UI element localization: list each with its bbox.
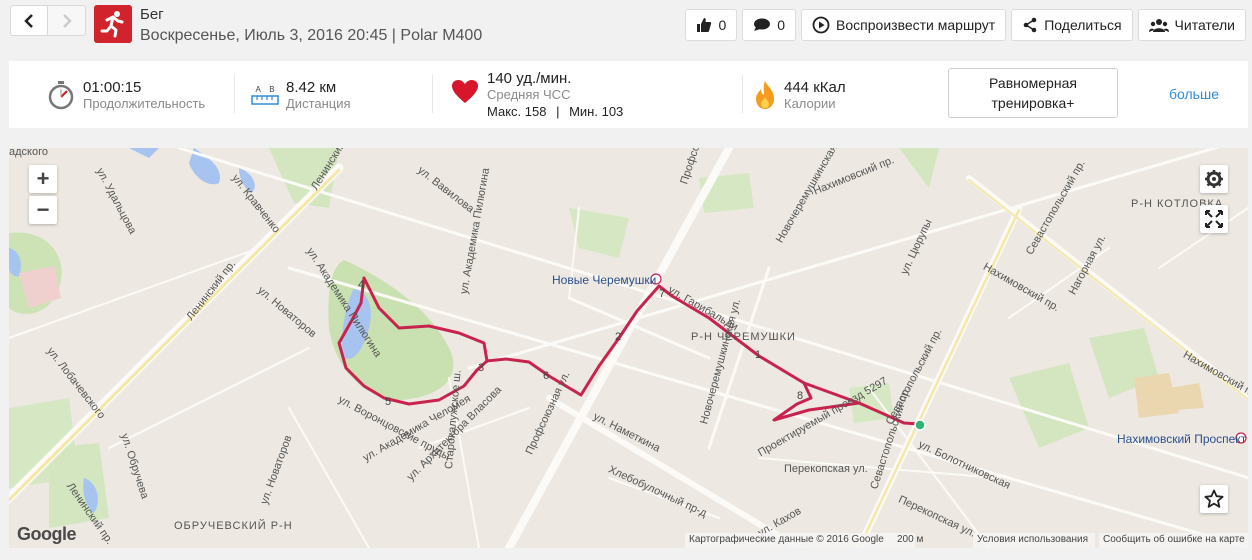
action-toolbar: 0 0 Воспроизвести маршрут Поделиться Чит…: [685, 9, 1246, 41]
metro-station-label: Новые Черемушки: [552, 273, 657, 287]
like-button[interactable]: 0: [685, 9, 738, 41]
map-label: Р-Н ЧЕРЕМУШКИ: [691, 331, 796, 343]
flame-icon: [756, 80, 774, 109]
ruler-icon: A B: [250, 85, 280, 105]
training-benefit-button[interactable]: Равномерная тренировка+: [948, 68, 1118, 118]
metro-station-label: Нахимовский Проспект: [1117, 432, 1247, 446]
share-icon: [1023, 17, 1037, 33]
map-settings-button[interactable]: [1200, 165, 1228, 193]
km-marker: 3: [478, 362, 486, 374]
heart-rate-min: Мин. 103: [569, 104, 624, 119]
distance-value: 8.42 км: [286, 78, 337, 96]
next-activity-button[interactable]: [48, 5, 86, 36]
readers-label: Читатели: [1174, 17, 1235, 33]
more-link[interactable]: больше: [1169, 86, 1219, 102]
duration-value: 01:00:15: [83, 78, 142, 96]
readers-button[interactable]: Читатели: [1137, 9, 1246, 41]
stats-panel: 01:00:15 Продолжительность A B 8.42 км Д…: [9, 61, 1248, 128]
divider: [742, 75, 743, 113]
comment-count: 0: [777, 17, 786, 33]
map-label: Перекопская ул.: [784, 463, 868, 475]
people-icon: [1148, 19, 1169, 32]
activity-subtitle: Воскресенье, Июль 3, 2016 20:45 | Polar …: [140, 27, 483, 44]
heart-rate-label: Средняя ЧСС: [487, 87, 571, 102]
fullscreen-button[interactable]: [1200, 205, 1228, 233]
chevron-right-icon: [62, 13, 72, 28]
training-benefit-line1: Равномерная: [989, 75, 1077, 91]
stopwatch-icon: [48, 80, 74, 109]
activity-nav: [10, 5, 86, 36]
heart-rate-max: Макс. 158: [487, 104, 547, 119]
km-marker: 8: [797, 390, 805, 402]
map-scale-label: 200 м: [897, 534, 924, 545]
km-marker: 2: [615, 331, 623, 343]
replay-route-button[interactable]: Воспроизвести маршрут: [801, 9, 1007, 41]
star-icon: [1204, 489, 1224, 508]
km-marker: 1: [755, 349, 763, 361]
zoom-out-button[interactable]: −: [29, 196, 57, 224]
km-marker: 4: [358, 279, 366, 291]
heart-rate-value: 140 уд./мин.: [487, 70, 572, 87]
heart-rate-maxmin: Макс. 158 | Мин. 103: [487, 104, 623, 119]
map-data-attribution[interactable]: Картографические данные © 2016 Google: [685, 533, 915, 548]
calories-stat: 444 кКал Калории: [754, 61, 846, 128]
comment-icon: [754, 18, 771, 31]
running-sport-icon: [94, 5, 132, 43]
report-map-error-link[interactable]: Сообщить об ошибке на карте: [1099, 533, 1248, 548]
favorite-route-button[interactable]: [1200, 485, 1228, 513]
thumbs-up-icon: [697, 18, 712, 32]
calories-label: Калории: [784, 95, 836, 111]
training-benefit-line2: тренировка+: [991, 95, 1075, 111]
map-label: адского: [9, 148, 48, 158]
km-marker: 6: [543, 370, 551, 382]
calories-value: 444 кКал: [784, 78, 846, 96]
heart-icon: [452, 79, 478, 103]
zoom-in-button[interactable]: +: [29, 165, 57, 193]
distance-label: Дистанция: [286, 95, 351, 111]
heart-rate-divider: |: [556, 104, 560, 119]
replay-route-label: Воспроизвести маршрут: [836, 17, 996, 33]
chevron-left-icon: [24, 13, 33, 28]
distance-stat: A B 8.42 км Дистанция: [250, 61, 351, 128]
ruler-ab-label: A B: [255, 84, 275, 94]
km-marker: 7: [659, 288, 667, 300]
heart-rate-stat: 140 уд./мин. Средняя ЧСС Макс. 158 | Мин…: [451, 61, 623, 128]
divider: [432, 75, 433, 113]
terms-link[interactable]: Условия использования: [973, 533, 1095, 548]
km-marker: 5: [385, 396, 393, 408]
play-circle-icon: [812, 16, 830, 34]
prev-activity-button[interactable]: [10, 5, 48, 36]
duration-label: Продолжительность: [83, 95, 206, 111]
share-button[interactable]: Поделиться: [1011, 9, 1133, 41]
route-map[interactable]: адского ул. Удальцова ул. Кравченко Лени…: [9, 148, 1248, 548]
gear-icon: [1205, 170, 1223, 188]
like-count: 0: [718, 17, 727, 33]
google-logo: Google: [17, 524, 77, 544]
share-label: Поделиться: [1044, 17, 1122, 33]
duration-stat: 01:00:15 Продолжительность: [47, 61, 205, 128]
divider: [234, 75, 235, 113]
map-label: ОБРУЧЕВСКИЙ Р-Н: [174, 520, 293, 532]
activity-title: Бег: [140, 6, 164, 23]
comment-button[interactable]: 0: [742, 9, 797, 41]
expand-icon: [1205, 210, 1223, 228]
